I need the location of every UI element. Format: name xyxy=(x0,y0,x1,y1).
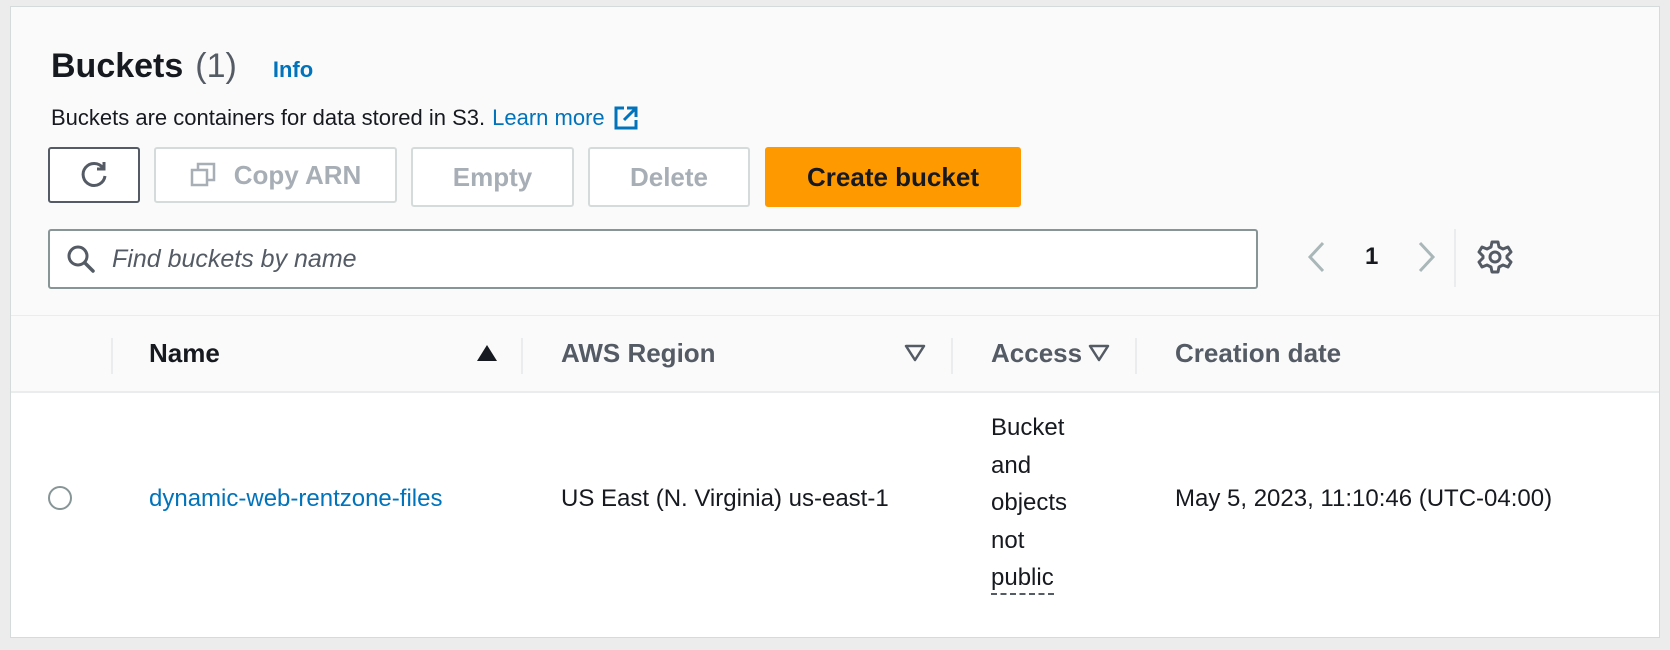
row-select-radio[interactable] xyxy=(48,486,72,510)
chevron-right-icon xyxy=(1419,241,1436,273)
sort-descending-icon[interactable] xyxy=(904,344,926,362)
access-line: and xyxy=(991,451,1032,479)
empty-button[interactable]: Empty xyxy=(411,147,574,207)
chevron-left-icon xyxy=(1307,241,1325,273)
copy-arn-button[interactable]: Copy ARN xyxy=(154,147,397,203)
sort-descending-icon[interactable] xyxy=(1088,344,1110,362)
bucket-creation-date: May 5, 2023, 11:10:46 (UTC-04:00) xyxy=(1175,485,1553,512)
next-page-button[interactable] xyxy=(1412,237,1442,277)
empty-label: Empty xyxy=(452,161,533,192)
bucket-count: (1) xyxy=(195,47,237,85)
title-row: Buckets (1) Info xyxy=(51,47,313,91)
page-number[interactable]: 1 xyxy=(1365,243,1378,271)
refresh-button[interactable] xyxy=(48,147,140,203)
learn-more-link[interactable]: Learn more xyxy=(492,105,605,131)
description: Buckets are containers for data stored i… xyxy=(51,105,639,131)
access-line: objects xyxy=(991,489,1068,516)
delete-label: Delete xyxy=(629,161,709,192)
copy-icon xyxy=(190,162,215,187)
column-separator xyxy=(1135,338,1137,374)
description-text: Buckets are containers for data stored i… xyxy=(51,105,486,130)
bucket-name-link[interactable]: dynamic-web-rentzone-files xyxy=(149,485,442,513)
access-line: public xyxy=(991,559,1091,597)
search-box xyxy=(48,229,1258,289)
bucket-access: Bucket and objects not public xyxy=(991,409,1091,597)
sort-ascending-icon[interactable] xyxy=(476,344,498,362)
column-header-name[interactable]: Name xyxy=(149,316,220,390)
create-bucket-button[interactable]: Create bucket xyxy=(765,147,1021,207)
column-separator xyxy=(111,338,113,374)
table-header: Name AWS Region Access Creation date xyxy=(11,315,1659,393)
column-separator xyxy=(521,338,523,374)
buckets-panel: Buckets (1) Info Buckets are containers … xyxy=(10,6,1660,638)
search-input[interactable] xyxy=(110,243,1214,275)
access-line-underlined[interactable]: public xyxy=(991,564,1054,595)
bucket-region: US East (N. Virginia) us-east-1 xyxy=(561,485,889,512)
column-header-access[interactable]: Access xyxy=(991,316,1082,390)
info-link[interactable]: Info xyxy=(273,57,313,83)
page-title: Buckets xyxy=(51,47,184,85)
pagination-divider xyxy=(1454,229,1456,287)
pagination: 1 xyxy=(1301,237,1442,277)
previous-page-button[interactable] xyxy=(1301,237,1331,277)
column-separator xyxy=(951,338,953,374)
access-line: not xyxy=(991,526,1025,554)
external-link-icon[interactable] xyxy=(613,105,639,131)
column-header-creation-date[interactable]: Creation date xyxy=(1175,316,1341,390)
access-line: Bucket xyxy=(991,414,1065,441)
panel-header: Buckets (1) Info xyxy=(51,47,313,91)
refresh-icon xyxy=(81,161,107,187)
gear-icon[interactable] xyxy=(1477,239,1513,275)
copy-arn-label: Copy ARN xyxy=(233,159,362,190)
table-row xyxy=(11,393,1659,637)
create-bucket-label: Create bucket xyxy=(807,161,979,192)
delete-button[interactable]: Delete xyxy=(588,147,750,207)
column-header-region[interactable]: AWS Region xyxy=(561,316,716,390)
search-icon xyxy=(67,245,95,273)
